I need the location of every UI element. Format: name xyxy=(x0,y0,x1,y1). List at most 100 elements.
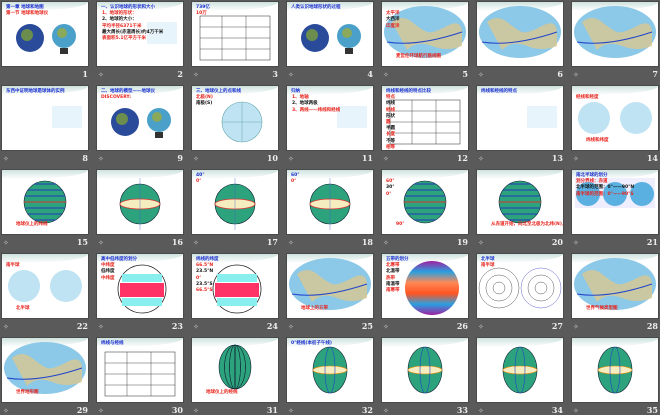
slide-thumbnail[interactable]: 麦哲伦环球航行路线图 太平洋 大西洋 印度洋 xyxy=(382,2,468,66)
transition-star-icon[interactable]: ✧ xyxy=(193,239,199,247)
slide-text: 归纳 xyxy=(291,89,300,94)
slide-text: 低纬度 xyxy=(101,269,115,275)
transition-star-icon[interactable]: ✧ xyxy=(573,239,579,247)
slide-thumbnail[interactable]: 南北半球的划分 划分界线：赤道 北半球的范围：0°——90°N 南半球的范围：0°——… xyxy=(572,170,658,234)
slide-text: 北寒带 xyxy=(386,263,400,269)
slide-thumbnail[interactable]: 归纳 1、地轴 2、地球两极 3、两线——纬线和经线 xyxy=(287,86,373,150)
slide-thumbnail[interactable]: 40° 0° xyxy=(192,170,278,234)
transition-star-icon[interactable]: ✧ xyxy=(193,323,199,331)
slide-text: 表面积5.1亿平方千米 xyxy=(102,36,146,41)
transition-star-icon[interactable]: ✧ xyxy=(288,323,294,331)
slide-text: 0° xyxy=(196,275,202,281)
slide-thumbnail[interactable]: 世界气候类型图 xyxy=(572,254,658,318)
slide-thumbnail[interactable]: 三、地球仪上的点和线 北极(N) 南极(S) xyxy=(192,86,278,150)
slide-number: 24 xyxy=(266,321,278,331)
slide-thumbnail[interactable]: 纬线和经线的特点比较特点纬线经线形状圆半圆长度不等相等指示方向东西方向南北方向相… xyxy=(382,86,468,150)
slide-number: 11 xyxy=(361,153,373,163)
transition-star-icon[interactable]: ✧ xyxy=(3,239,9,247)
transition-star-icon[interactable]: ✧ xyxy=(193,71,199,79)
transition-star-icon[interactable]: ✧ xyxy=(478,323,484,331)
transition-star-icon[interactable]: ✧ xyxy=(478,239,484,247)
transition-star-icon[interactable]: ✧ xyxy=(478,155,484,163)
slide-thumbnail[interactable]: 纬线与经线 xyxy=(97,338,183,402)
slide-thumbnail[interactable]: 纬线的纬度 66.5°N 23.5°N 0° 23.5°S 66.5°S xyxy=(192,254,278,318)
slide-thumbnail[interactable] xyxy=(97,170,183,234)
slide-text: 地球仪上的纬线 xyxy=(16,222,48,227)
slide-thumbnail[interactable]: 739亿 10万 xyxy=(192,2,278,66)
transition-star-icon[interactable]: ✧ xyxy=(3,323,9,331)
slide-text: 0°经线(本初子午线) xyxy=(291,341,332,346)
slide-thumbnail[interactable] xyxy=(572,2,658,66)
meridian-globe-icon xyxy=(312,346,348,394)
slide-text: 0° xyxy=(386,191,392,197)
slide-thumbnail[interactable]: 五带的划分 北寒带 北温带 热带 南温带 南寒带 xyxy=(382,254,468,318)
slide-thumbnail[interactable]: 地球上的五带 xyxy=(287,254,373,318)
transition-star-icon[interactable]: ✧ xyxy=(3,155,9,163)
transition-star-icon[interactable]: ✧ xyxy=(98,239,104,247)
slide-number: 5 xyxy=(462,69,468,79)
slide-text: 北半球 xyxy=(481,257,495,262)
transition-star-icon[interactable]: ✧ xyxy=(98,155,104,163)
globe-photo-icon xyxy=(301,24,361,54)
slide-thumbnail[interactable]: 纬线和经线的特点 xyxy=(477,86,563,150)
slide-text: DISCOVERY: xyxy=(101,95,132,101)
transition-star-icon[interactable]: ✧ xyxy=(193,155,199,163)
slide-thumbnail[interactable]: 北半球 南半球 xyxy=(2,254,88,318)
slide-text: 66.5°S xyxy=(196,288,213,293)
slide-text: 1、地球的形状： xyxy=(102,11,137,17)
slide-thumbnail[interactable]: 地球仪上的经线 xyxy=(192,338,278,402)
transition-star-icon[interactable]: ✧ xyxy=(288,155,294,163)
slide-thumbnail[interactable]: 北半球 南半球 xyxy=(477,254,563,318)
transition-star-icon[interactable]: ✧ xyxy=(288,239,294,247)
slide-text: 地球上的五带 xyxy=(301,306,328,311)
slide-text: 739亿 xyxy=(196,5,210,10)
slide-text: 2、地球两极 xyxy=(292,101,318,107)
slide-thumbnail[interactable]: 东西中证明地球是球体的实例 xyxy=(2,86,88,150)
slide-text: 纬线的纬度 xyxy=(196,257,219,262)
slide-number: 13 xyxy=(551,153,563,163)
transition-star-icon[interactable]: ✧ xyxy=(573,71,579,79)
slide-text: 经线和经度 xyxy=(576,95,599,101)
slide-thumbnail[interactable] xyxy=(572,338,658,402)
slide-thumbnail[interactable] xyxy=(477,2,563,66)
slide-text: 北温带 xyxy=(386,269,400,275)
transition-star-icon[interactable]: ✧ xyxy=(478,71,484,79)
transition-star-icon[interactable]: ✧ xyxy=(383,71,389,79)
slide-thumbnail[interactable] xyxy=(382,338,468,402)
slide-thumbnail[interactable]: 二、地球的模型——地球仪 DISCOVERY: xyxy=(97,86,183,150)
slide-number: 3 xyxy=(272,69,278,79)
meridian-globe-icon xyxy=(502,346,538,394)
slide-text: 太平洋 xyxy=(386,11,400,17)
slide-text: 中纬度 xyxy=(101,263,115,269)
slide-thumbnail[interactable]: 60° 0° xyxy=(287,170,373,234)
slide-thumbnail[interactable]: 高中低纬度的划分 中纬度 低纬度 中纬度 xyxy=(97,254,183,318)
slide-thumbnail[interactable]: 一、认识地球的形状和大小 1、地球的形状： 2、地球的大小： 平均半径6371千米 最大… xyxy=(97,2,183,66)
slide-thumbnail[interactable]: 人类认识地球形状的过程 xyxy=(287,2,373,66)
slide-text: 66.5°N xyxy=(196,263,214,269)
equator-globe-icon xyxy=(214,178,256,230)
slide-number: 2 xyxy=(177,69,183,79)
transition-star-icon[interactable]: ✧ xyxy=(573,155,579,163)
transition-star-icon[interactable]: ✧ xyxy=(288,71,294,79)
slide-text: 第一节 地球和地球仪 xyxy=(6,11,49,17)
slide-thumbnail[interactable]: 从赤道开始，向北至北极为北纬(N)，向南至南极为南纬(S) xyxy=(477,170,563,234)
transition-star-icon[interactable]: ✧ xyxy=(383,323,389,331)
transition-star-icon[interactable]: ✧ xyxy=(98,71,104,79)
slide-thumbnail[interactable]: 世界地形图 xyxy=(2,338,88,402)
transition-star-icon[interactable]: ✧ xyxy=(383,239,389,247)
slide-text: 平均半径6371千米 xyxy=(102,23,142,29)
slide-thumbnail[interactable]: 0°经线(本初子午线) xyxy=(287,338,373,402)
transition-star-icon[interactable]: ✧ xyxy=(573,323,579,331)
slide-number: 6 xyxy=(557,69,563,79)
slide-text: 30° xyxy=(386,185,395,191)
slide-thumbnail[interactable]: 第一章 地球和地图 第一节 地球和地球仪 xyxy=(2,2,88,66)
slide-thumbnail[interactable]: 90° 60° 30° 0° xyxy=(382,170,468,234)
slide-thumbnail[interactable]: 纬线和纬度 经线和经度 xyxy=(572,86,658,150)
meridian-globe-icon xyxy=(407,346,443,394)
slide-text: 南半球 xyxy=(481,263,495,269)
slide-thumbnail[interactable]: 地球仪上的纬线 xyxy=(2,170,88,234)
transition-star-icon[interactable]: ✧ xyxy=(383,155,389,163)
slide-text: 印度洋 xyxy=(386,23,400,29)
slide-thumbnail[interactable] xyxy=(477,338,563,402)
transition-star-icon[interactable]: ✧ xyxy=(98,323,104,331)
